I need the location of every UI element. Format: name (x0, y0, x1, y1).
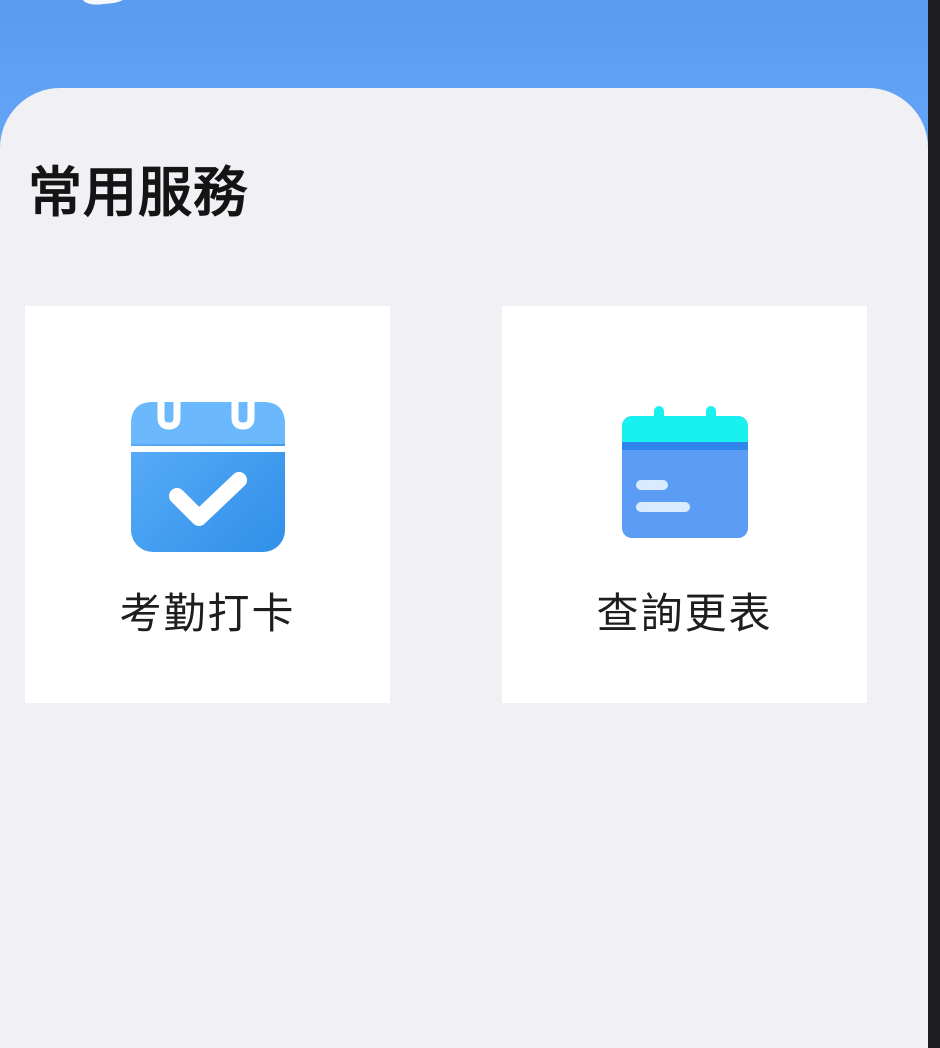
screen-edge (928, 0, 940, 1048)
attendance-card-label: 考勤打卡 (119, 589, 296, 638)
header-cropped-glyph (81, 0, 129, 7)
schedule-query-card[interactable]: 查詢更表 (502, 306, 867, 703)
calendar-list-icon (621, 406, 748, 538)
app-screen: 常用服務 考勤打卡 查詢更表 (0, 0, 928, 1048)
calendar-check-icon (130, 388, 285, 552)
section-title: 常用服務 (28, 161, 248, 224)
header-partial-content (0, 0, 928, 8)
schedule-card-label: 查詢更表 (596, 589, 773, 638)
attendance-clock-in-card[interactable]: 考勤打卡 (25, 306, 390, 703)
